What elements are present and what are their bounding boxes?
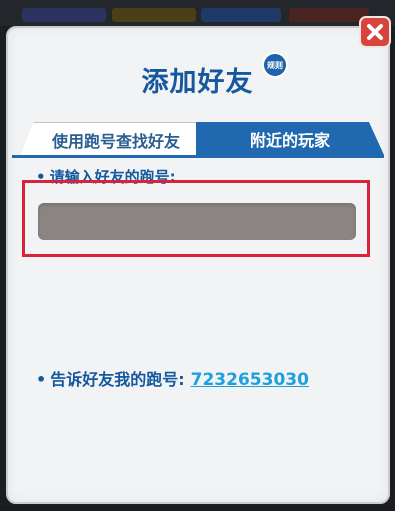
tab-search-by-runner-id[interactable]: 使用跑号查找好友 [20,122,212,157]
runner-id-input[interactable] [38,203,356,240]
background-tile [22,8,106,22]
close-icon [367,24,383,40]
background-strip [0,0,395,26]
share-label: 告诉好友我的跑号: [50,370,185,389]
tab-nearby-players[interactable]: 附近的玩家 [196,122,384,155]
share-row: • 告诉好友我的跑号: 7232653030 [36,366,309,390]
tab-divider [12,155,384,158]
background-tile [201,8,281,22]
dialog-title: 添加好友 [141,67,254,98]
my-runner-id-link[interactable]: 7232653030 [191,370,309,390]
close-button[interactable] [359,16,391,48]
background-tile [289,8,369,22]
bullet-icon: • [36,370,47,389]
background-tile [112,8,196,22]
rules-button[interactable]: 规则 [262,52,288,78]
